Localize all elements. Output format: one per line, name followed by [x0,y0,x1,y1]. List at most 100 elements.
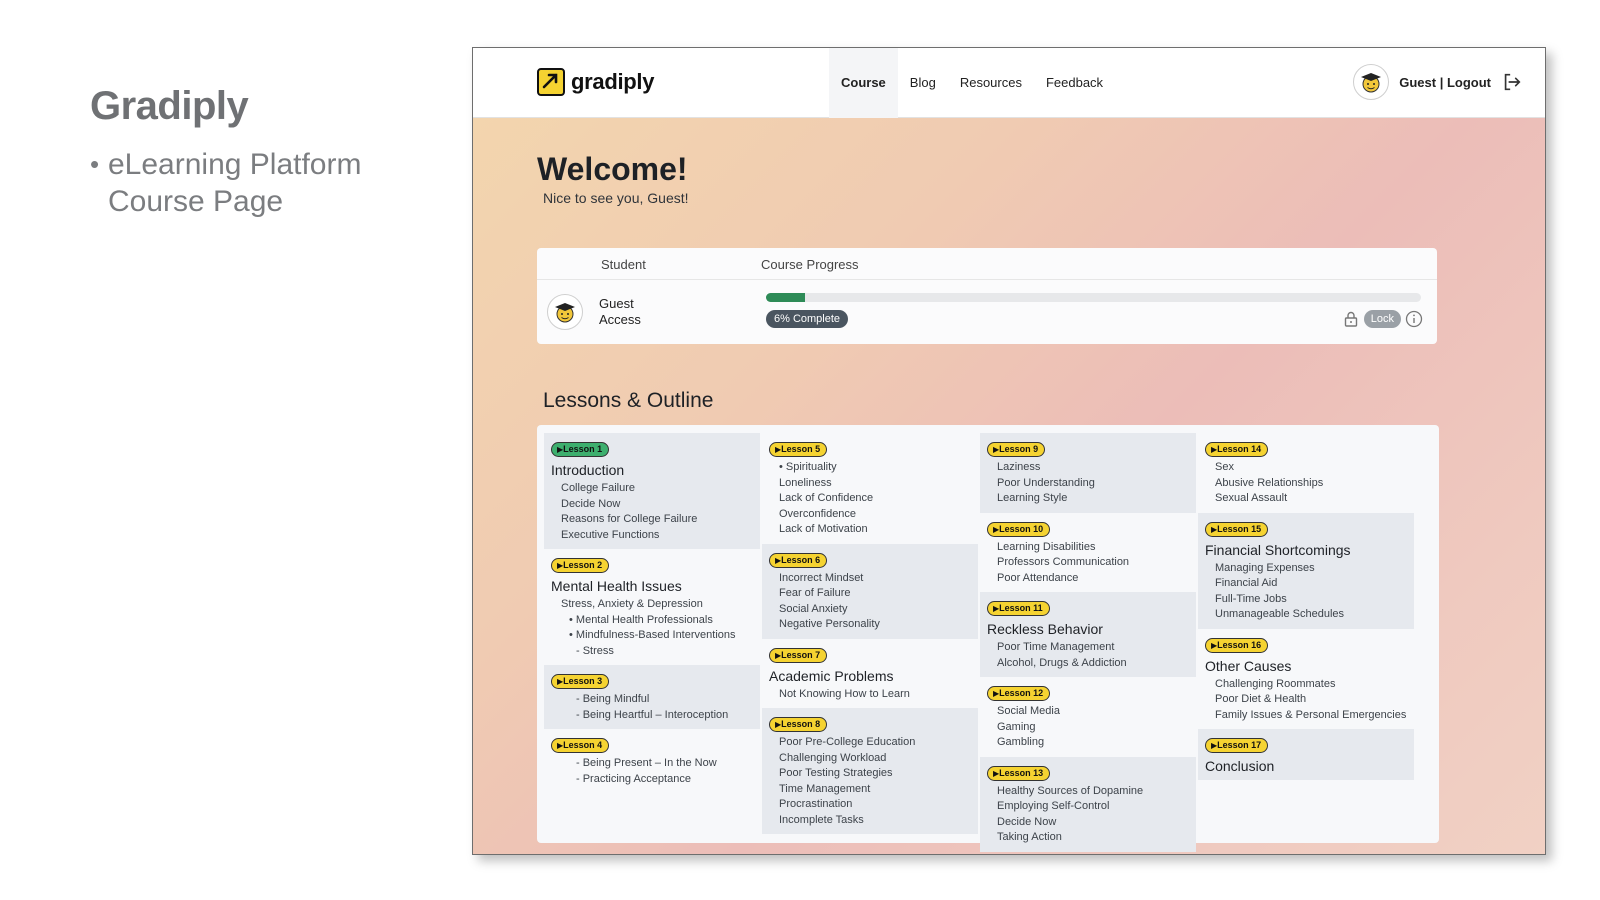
logout-icon[interactable] [1501,71,1523,93]
lesson-badge[interactable]: ▶Lesson 11 [987,601,1050,616]
lesson-topic[interactable]: Sex [1205,460,1407,476]
lesson-topic[interactable]: Poor Understanding [987,476,1189,492]
lesson-topic[interactable]: Overconfidence [769,507,971,523]
lesson-title[interactable]: Other Causes [1205,658,1407,674]
lesson-topic[interactable]: Employing Self-Control [987,799,1189,815]
lesson-topic[interactable]: - Being Heartful – Interoception [551,708,753,724]
lesson-topic[interactable]: Learning Style [987,491,1189,507]
brand-logo[interactable]: gradiply [537,68,654,96]
lesson-topic[interactable]: - Practicing Acceptance [551,772,753,788]
lesson-block[interactable]: ▶Lesson 15 Financial Shortcomings Managing… [1198,512,1414,629]
lesson-topic[interactable]: Decide Now [987,815,1189,831]
lesson-topic[interactable]: Time Management [769,782,971,798]
lesson-topic[interactable]: Challenging Workload [769,751,971,767]
lesson-badge[interactable]: ▶Lesson 8 [769,717,828,732]
lesson-block[interactable]: ▶Lesson 8 Poor Pre-College Education Chall… [762,708,978,834]
lesson-title[interactable]: Introduction [551,462,753,478]
user-avatar[interactable] [1353,64,1390,100]
lesson-topic[interactable]: Sexual Assault [1205,491,1407,507]
lesson-badge[interactable]: ▶Lesson 15 [1205,521,1269,537]
lesson-topic[interactable]: Healthy Sources of Dopamine [987,784,1189,800]
lesson-block[interactable]: ▶Lesson 14 Sex Abusive Relationships Sexual… [1198,433,1414,513]
lesson-topic[interactable]: Incomplete Tasks [769,813,971,829]
lesson-badge[interactable]: ▶Lesson 1 [551,442,610,457]
nav-link-blog[interactable]: Blog [898,48,948,118]
lesson-badge[interactable]: ▶Lesson 5 [769,442,828,457]
nav-link-course[interactable]: Course [829,48,898,118]
lesson-topic[interactable]: Professors Communication [987,555,1189,571]
lesson-topic[interactable]: Alcohol, Drugs & Addiction [987,656,1189,672]
lesson-topic[interactable]: Social Anxiety [769,602,971,618]
lesson-topic[interactable]: Poor Testing Strategies [769,766,971,782]
lesson-topic[interactable]: Managing Expenses [1205,561,1407,577]
lesson-block[interactable]: ▶Lesson 11 Reckless Behavior Poor Time Man… [980,592,1196,677]
lesson-topic[interactable]: • Mindfulness-Based Interventions [551,628,753,644]
lesson-badge[interactable]: ▶Lesson 12 [987,686,1051,701]
lesson-block[interactable]: ▶Lesson 10 Learning Disabilities Professor… [980,513,1196,593]
lesson-topic[interactable]: Stress, Anxiety & Depression [551,597,753,613]
lesson-topic[interactable]: Challenging Roommates [1205,677,1407,693]
lesson-block[interactable]: ▶Lesson 4 - Being Present – In the Now - P… [544,729,760,793]
lesson-block[interactable]: ▶Lesson 13 Healthy Sources of Dopamine Emp… [980,756,1196,852]
lesson-badge[interactable]: ▶Lesson 7 [769,647,828,663]
lesson-topic[interactable]: Poor Attendance [987,571,1189,587]
lesson-topic[interactable]: College Failure [551,481,753,497]
lesson-topic[interactable]: - Being Mindful [551,692,753,708]
info-icon[interactable] [1405,310,1423,328]
lesson-block[interactable]: ▶Lesson 2 Mental Health Issues Stress, Anx… [544,549,760,665]
lesson-topic[interactable]: Not Knowing How to Learn [769,687,971,703]
lesson-topic[interactable]: Loneliness [769,476,971,492]
lesson-topic[interactable]: Abusive Relationships [1205,476,1407,492]
lesson-badge[interactable]: ▶Lesson 13 [987,765,1051,781]
lesson-badge[interactable]: ▶Lesson 16 [1205,637,1269,653]
nav-link-resources[interactable]: Resources [948,48,1034,118]
lesson-block[interactable]: ▶Lesson 1 Introduction College Failure Deci… [544,433,760,549]
lesson-topic[interactable]: Procrastination [769,797,971,813]
lesson-block[interactable]: ▶Lesson 9 Laziness Poor Understanding Learn… [980,433,1196,513]
lesson-topic[interactable]: Gaming [987,720,1189,736]
lesson-block[interactable]: ▶Lesson 12 Social Media Gaming Gambling [980,677,1196,757]
lesson-block[interactable]: ▶Lesson 3 - Being Mindful - Being Heartful… [544,665,760,729]
lesson-topic[interactable]: Poor Pre-College Education [769,735,971,751]
lesson-topic[interactable]: Poor Diet & Health [1205,692,1407,708]
lesson-badge[interactable]: ▶Lesson 9 [987,442,1046,457]
lesson-topic[interactable]: Lack of Confidence [769,491,971,507]
lesson-badge[interactable]: ▶Lesson 4 [551,738,610,753]
lesson-topic[interactable]: Incorrect Mindset [769,571,971,587]
guest-logout-link[interactable]: Guest | Logout [1399,75,1491,90]
lesson-topic[interactable]: Reasons for College Failure [551,512,753,528]
lesson-badge[interactable]: ▶Lesson 2 [551,558,610,573]
lesson-title[interactable]: Mental Health Issues [551,578,753,594]
lesson-topic[interactable]: Financial Aid [1205,576,1407,592]
lesson-title[interactable]: Conclusion [1205,758,1407,774]
lesson-topic[interactable]: Poor Time Management [987,640,1189,656]
lesson-title[interactable]: Reckless Behavior [987,621,1189,637]
lesson-badge[interactable]: ▶Lesson 3 [551,674,610,689]
lesson-badge[interactable]: ▶Lesson 6 [769,552,828,568]
lesson-topic[interactable]: Gambling [987,735,1189,751]
lesson-topic[interactable]: Learning Disabilities [987,540,1189,556]
lesson-topic[interactable]: Laziness [987,460,1189,476]
lesson-block[interactable]: ▶Lesson 6 Incorrect Mindset Fear of Failur… [762,543,978,639]
lesson-title[interactable]: Financial Shortcomings [1205,542,1407,558]
lesson-topic[interactable]: Full-Time Jobs [1205,592,1407,608]
lesson-block[interactable]: ▶Lesson 7 Academic Problems Not Knowing Ho… [762,639,978,709]
lesson-topic[interactable]: • Mental Health Professionals [551,613,753,629]
nav-link-feedback[interactable]: Feedback [1034,48,1115,118]
lesson-topic[interactable]: Lack of Motivation [769,522,971,538]
lesson-block[interactable]: ▶Lesson 5 • Spirituality Loneliness Lack of… [762,433,978,544]
lesson-topic[interactable]: Social Media [987,704,1189,720]
lesson-badge[interactable]: ▶Lesson 17 [1205,738,1269,753]
lesson-topic[interactable]: Family Issues & Personal Emergencies [1205,708,1407,724]
lesson-block[interactable]: ▶Lesson 16 Other Causes Challenging Roomma… [1198,629,1414,730]
lesson-topic[interactable]: Executive Functions [551,528,753,544]
lesson-topic[interactable]: - Being Present – In the Now [551,756,753,772]
lesson-topic[interactable]: - Stress [551,644,753,660]
lesson-topic[interactable]: • Spirituality [769,460,971,476]
lesson-topic[interactable]: Unmanageable Schedules [1205,607,1407,623]
lesson-title[interactable]: Academic Problems [769,668,971,684]
lesson-badge[interactable]: ▶Lesson 14 [1205,442,1269,457]
lock-button[interactable]: Lock [1363,310,1401,328]
lock-icon[interactable] [1342,310,1360,328]
lesson-topic[interactable]: Negative Personality [769,617,971,633]
